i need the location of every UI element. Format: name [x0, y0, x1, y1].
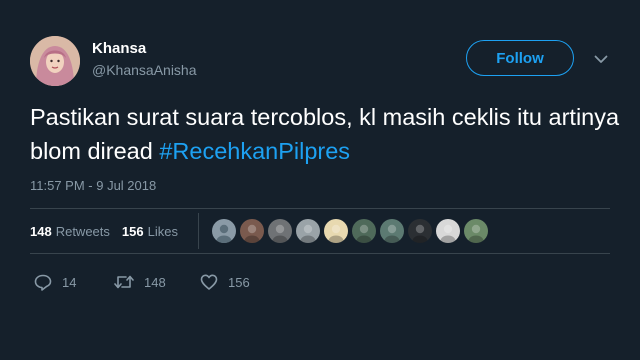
follow-button[interactable]: Follow: [466, 40, 574, 76]
more-options-button[interactable]: [592, 52, 610, 66]
retweet-icon: [114, 275, 134, 289]
avatar-photo-icon: [352, 219, 376, 243]
retweets-label[interactable]: Retweets: [56, 224, 110, 239]
liker-avatar[interactable]: [352, 219, 376, 243]
avatar-photo-icon: [464, 219, 488, 243]
author-handle[interactable]: @KhansaAnisha: [92, 62, 197, 78]
heart-icon: [200, 274, 218, 290]
divider: [30, 253, 610, 254]
tweet-stats: 148 Retweets 156 Likes: [30, 222, 178, 240]
tweet-timestamp[interactable]: 11:57 PM - 9 Jul 2018: [30, 178, 156, 193]
retweets-count[interactable]: 148: [30, 224, 52, 239]
liker-avatar[interactable]: [464, 219, 488, 243]
tweet-text: Pastikan surat suara tercoblos, kl masih…: [30, 100, 620, 168]
tweet-card: Khansa @KhansaAnisha Follow Pastikan sur…: [0, 0, 640, 360]
liker-avatar[interactable]: [212, 219, 236, 243]
liker-avatar[interactable]: [436, 219, 460, 243]
retweet-button[interactable]: 148: [114, 274, 200, 290]
likes-label[interactable]: Likes: [148, 224, 178, 239]
tweet-actions: 14 148 156: [34, 272, 250, 292]
stats-separator: [198, 213, 199, 249]
avatar-photo-icon: [324, 219, 348, 243]
avatar-photo-icon: [380, 219, 404, 243]
chevron-down-icon: [594, 55, 608, 63]
liker-avatar[interactable]: [296, 219, 320, 243]
reply-icon: [34, 274, 52, 291]
liker-avatar[interactable]: [240, 219, 264, 243]
liker-avatar[interactable]: [380, 219, 404, 243]
retweet-count: 148: [144, 274, 166, 290]
liker-avatar[interactable]: [268, 219, 292, 243]
profile-photo-icon: [30, 36, 80, 86]
reply-button[interactable]: 14: [34, 274, 114, 291]
like-count: 156: [228, 274, 250, 290]
liker-avatar[interactable]: [408, 219, 432, 243]
author-avatar[interactable]: [30, 36, 80, 86]
avatar-photo-icon: [408, 219, 432, 243]
avatar-photo-icon: [436, 219, 460, 243]
liker-avatar[interactable]: [324, 219, 348, 243]
avatar-photo-icon: [240, 219, 264, 243]
avatar-photo-icon: [296, 219, 320, 243]
like-button[interactable]: 156: [200, 274, 250, 290]
reply-count: 14: [62, 274, 77, 290]
author-display-name[interactable]: Khansa: [92, 40, 146, 57]
hashtag-link[interactable]: #RecehkanPilpres: [159, 138, 350, 164]
avatar-photo-icon: [268, 219, 292, 243]
divider: [30, 208, 610, 209]
default-avatar-icon: [212, 219, 236, 243]
likes-count[interactable]: 156: [122, 224, 144, 239]
liked-by-avatars: [212, 219, 492, 245]
